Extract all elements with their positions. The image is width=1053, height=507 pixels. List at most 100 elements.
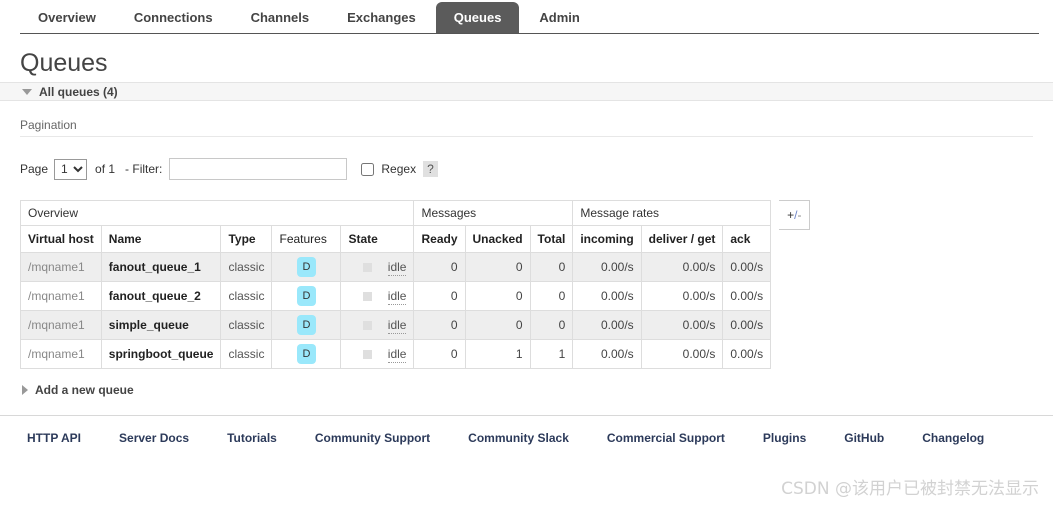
all-queues-section-header[interactable]: All queues (4)	[0, 82, 1053, 101]
column-header-type[interactable]: Type	[220, 225, 273, 253]
top-navigation: Overview Connections Channels Exchanges Queu…	[0, 0, 1053, 34]
column-header-incoming[interactable]: incoming	[572, 225, 642, 253]
cell-state: idle	[340, 281, 415, 311]
add-new-queue-section[interactable]: Add a new queue	[22, 383, 1053, 397]
cell-virtual-host: /mqname1	[20, 339, 102, 369]
queue-name-link[interactable]: fanout_queue_2	[100, 281, 222, 311]
filter-input[interactable]	[169, 158, 348, 180]
regex-label: Regex	[381, 162, 417, 176]
cell-unacked: 0	[464, 310, 531, 340]
cell-deliver-get-rate: 0.00/s	[640, 281, 724, 311]
footer-link-tutorials[interactable]: Tutorials	[227, 431, 277, 445]
footer-link-server-docs[interactable]: Server Docs	[119, 431, 189, 445]
cell-deliver-get-rate: 0.00/s	[640, 310, 724, 340]
state-label[interactable]: idle	[387, 318, 407, 334]
queue-name-link[interactable]: springboot_queue	[100, 339, 222, 369]
queue-name-link[interactable]: simple_queue	[100, 310, 222, 340]
cell-incoming-rate: 0.00/s	[572, 252, 642, 282]
footer-link-community-support[interactable]: Community Support	[315, 431, 430, 445]
page-total-label: of 1	[95, 162, 116, 176]
durable-feature-badge[interactable]: D	[296, 257, 316, 277]
footer-link-commercial-support[interactable]: Commercial Support	[607, 431, 725, 445]
durable-feature-badge[interactable]: D	[296, 344, 316, 364]
cell-ack-rate: 0.00/s	[722, 252, 772, 282]
column-header-state[interactable]: State	[340, 225, 415, 253]
nav-tab-channels[interactable]: Channels	[233, 2, 328, 33]
state-indicator-square-icon	[362, 350, 372, 360]
column-header-deliver-get[interactable]: deliver / get	[640, 225, 724, 253]
table-column-header-row: Virtual host Name Type Features State Ready Un…	[20, 225, 772, 253]
state-label[interactable]: idle	[387, 289, 407, 305]
queues-table-wrapper: Overview Messages Message rates Virtual ho…	[19, 200, 1053, 369]
filter-label: - Filter:	[125, 162, 163, 176]
cell-type: classic	[220, 252, 273, 282]
table-row: /mqname1 simple_queue classic Didle 0 0 0 0.00/…	[20, 310, 772, 340]
cell-virtual-host: /mqname1	[20, 310, 102, 340]
state-label[interactable]: idle	[387, 347, 407, 363]
table-row: /mqname1 fanout_queue_2 classic Didle 0 0 0 0.0…	[20, 281, 772, 311]
footer-link-list: HTTP API Server Docs Tutorials Community Su…	[0, 431, 1053, 445]
state-indicator-square-icon	[362, 292, 372, 302]
queues-table-body: /mqname1 fanout_queue_1 classic Didle 0 0 0 0.0…	[20, 252, 772, 369]
cell-features: D	[271, 281, 342, 311]
cell-state: idle	[340, 310, 415, 340]
cell-type: classic	[220, 281, 273, 311]
cell-unacked: 1	[464, 339, 531, 369]
add-new-queue-label: Add a new queue	[35, 383, 134, 397]
cell-features: D	[271, 310, 342, 340]
nav-tab-exchanges[interactable]: Exchanges	[329, 2, 434, 33]
column-header-ready[interactable]: Ready	[413, 225, 466, 253]
cell-unacked: 0	[464, 281, 531, 311]
nav-tab-admin[interactable]: Admin	[521, 2, 597, 33]
column-header-features[interactable]: Features	[271, 225, 342, 253]
column-header-total[interactable]: Total	[529, 225, 574, 253]
column-header-virtual-host[interactable]: Virtual host	[20, 225, 102, 253]
regex-help-icon[interactable]: ?	[423, 161, 438, 177]
column-header-ack[interactable]: ack	[722, 225, 772, 253]
footer-link-community-slack[interactable]: Community Slack	[468, 431, 569, 445]
nav-tab-overview[interactable]: Overview	[20, 2, 114, 33]
state-indicator-square-icon	[362, 263, 372, 273]
cell-incoming-rate: 0.00/s	[572, 310, 642, 340]
table-row: /mqname1 springboot_queue classic Didle 0 1 1 0…	[20, 339, 772, 369]
durable-feature-badge[interactable]: D	[296, 286, 316, 306]
table-row: /mqname1 fanout_queue_1 classic Didle 0 0 0 0.0…	[20, 252, 772, 282]
cell-type: classic	[220, 310, 273, 340]
cell-state: idle	[340, 252, 415, 282]
column-header-unacked[interactable]: Unacked	[464, 225, 531, 253]
table-group-header: Message rates	[572, 200, 772, 226]
footer-link-http-api[interactable]: HTTP API	[27, 431, 81, 445]
pagination-heading: Pagination	[20, 118, 1033, 137]
page-select[interactable]: 1	[54, 158, 88, 180]
nav-tab-connections[interactable]: Connections	[116, 2, 231, 33]
regex-checkbox[interactable]	[361, 162, 375, 176]
pagination-section: Pagination Page 1 of 1 - Filter: Regex ?	[0, 118, 1053, 180]
cell-virtual-host: /mqname1	[20, 281, 102, 311]
column-header-name[interactable]: Name	[100, 225, 222, 253]
nav-tab-queues[interactable]: Queues	[435, 2, 520, 33]
footer-link-github[interactable]: GitHub	[844, 431, 884, 445]
cell-total: 0	[529, 281, 574, 311]
cell-ready: 0	[413, 310, 466, 340]
footer-link-changelog[interactable]: Changelog	[922, 431, 984, 445]
table-group-header-row: Overview Messages Message rates	[19, 200, 772, 226]
chevron-right-icon	[22, 385, 28, 395]
nav-tab-list: Overview Connections Channels Exchanges Queu…	[0, 0, 1053, 33]
cell-total: 0	[529, 310, 574, 340]
cell-unacked: 0	[464, 252, 531, 282]
all-queues-label: All queues (4)	[39, 84, 118, 99]
page-label: Page	[20, 162, 49, 176]
page-title: Queues	[20, 49, 108, 77]
cell-total: 0	[529, 252, 574, 282]
cell-ack-rate: 0.00/s	[722, 310, 772, 340]
table-group-header: Overview	[19, 200, 415, 226]
durable-feature-badge[interactable]: D	[296, 315, 316, 335]
pagination-controls: Page 1 of 1 - Filter: Regex ?	[20, 158, 1033, 180]
queue-name-link[interactable]: fanout_queue_1	[100, 252, 222, 282]
toggle-columns-button[interactable]: +/-	[779, 200, 811, 230]
chevron-down-icon	[22, 88, 32, 95]
queues-table: Overview Messages Message rates Virtual ho…	[19, 200, 772, 369]
cell-ready: 0	[413, 339, 466, 369]
footer-link-plugins[interactable]: Plugins	[763, 431, 806, 445]
state-label[interactable]: idle	[387, 260, 407, 276]
